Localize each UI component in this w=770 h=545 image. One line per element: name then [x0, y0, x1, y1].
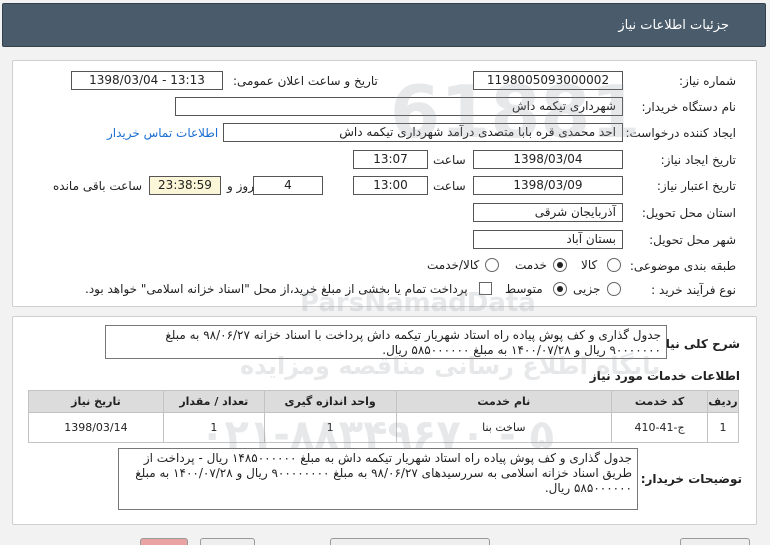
- created-date-label: تاریخ ایجاد نیاز:: [660, 153, 736, 167]
- category-radio-service[interactable]: [553, 258, 567, 272]
- services-title: اطلاعات خدمات مورد نیاز: [589, 369, 740, 383]
- created-date-field: 1398/03/04: [473, 150, 623, 169]
- col-qty-header: تعداد / مقدار: [162, 390, 265, 413]
- table-row: 1 ج-41-410 ساخت بنا 1 1 1398/03/14: [28, 412, 739, 443]
- need-date-cell: 1398/03/14: [28, 412, 164, 443]
- service-code-cell: ج-41-410: [611, 412, 709, 443]
- payment-treasury-checkbox[interactable]: [479, 282, 492, 295]
- quantity-cell: 1: [162, 412, 265, 443]
- col-code-header: کد خدمت: [611, 390, 709, 413]
- category-radio-both[interactable]: [485, 258, 499, 272]
- buyer-org-label: نام دستگاه خریدار:: [641, 100, 737, 114]
- remaining-time-field: 23:38:59: [149, 176, 221, 195]
- print-button[interactable]: [200, 538, 255, 545]
- validity-time-label: ساعت: [433, 179, 466, 193]
- buyer-desc-label: توضیحات خریدار:: [640, 472, 742, 486]
- buyer-org-field: شهرداری تیکمه داش: [175, 97, 623, 116]
- creator-label: ایجاد کننده درخواست:: [625, 126, 736, 140]
- back-button[interactable]: [680, 538, 750, 545]
- created-time-field: 13:07: [353, 150, 428, 169]
- need-number-field: 1198005093000002: [473, 71, 623, 90]
- created-time-label: ساعت: [433, 153, 466, 167]
- category-radio-goods[interactable]: [607, 258, 621, 272]
- validity-date-field: 1398/03/09: [473, 176, 623, 195]
- process-option-minor: جزیی: [573, 282, 601, 296]
- validity-time-field: 13:00: [353, 176, 428, 195]
- province-field: آذربایجان شرقی: [473, 203, 623, 222]
- general-desc-text: جدول گذاری و کف پوش پیاده راه استاد شهری…: [105, 325, 667, 359]
- category-option-goods: کالا: [581, 258, 598, 272]
- details-panel: شماره نیاز: 1198005093000002 تاریخ و ساع…: [12, 60, 757, 307]
- process-option-medium: متوسط: [505, 282, 543, 296]
- category-option-both: کالا/خدمت: [427, 258, 480, 272]
- province-label: استان محل تحویل:: [641, 206, 736, 220]
- page-title: جزئیات اطلاعات نیاز: [618, 18, 729, 33]
- category-label: طبقه بندی موضوعی:: [629, 259, 736, 273]
- creator-field: احد محمدی قره بابا متصدی درآمد شهرداری ت…: [223, 123, 623, 142]
- services-header-row: ردیف کد خدمت نام خدمت واحد اندازه گیری ت…: [28, 390, 739, 413]
- buyer-contact-link[interactable]: اطلاعات تماس خریدار: [107, 126, 218, 140]
- process-radio-minor[interactable]: [607, 282, 621, 296]
- buyer-desc-text: جدول گذاری و کف پوش پیاده راه استاد شهری…: [118, 448, 638, 510]
- col-unit-header: واحد اندازه گیری: [263, 390, 397, 413]
- process-label: نوع فرآیند خرید :: [651, 283, 736, 297]
- city-field: بستان آباد: [473, 230, 623, 249]
- col-name-header: نام خدمت: [395, 390, 613, 413]
- need-number-label: شماره نیاز:: [679, 74, 736, 88]
- days-field: 4: [253, 176, 323, 195]
- process-radio-medium[interactable]: [553, 282, 567, 296]
- close-button[interactable]: [140, 538, 188, 545]
- announce-label: تاریخ و ساعت اعلان عمومی:: [233, 74, 378, 88]
- category-option-service: خدمت: [515, 258, 547, 272]
- announce-field: 1398/03/04 - 13:13: [71, 71, 223, 90]
- page-header: جزئیات اطلاعات نیاز: [2, 3, 766, 47]
- city-label: شهر محل تحویل:: [649, 233, 736, 247]
- col-date-header: تاریخ نیاز: [28, 390, 164, 413]
- validity-date-label: تاریخ اعتبار نیاز:: [656, 179, 736, 193]
- remaining-label: ساعت باقی مانده: [53, 179, 143, 193]
- services-table: ردیف کد خدمت نام خدمت واحد اندازه گیری ت…: [28, 390, 739, 443]
- unit-cell: 1: [263, 412, 397, 443]
- days-label: روز و: [227, 179, 254, 193]
- row-index-cell: 1: [707, 412, 739, 443]
- service-name-cell: ساخت بنا: [395, 412, 613, 443]
- col-row-header: ردیف: [707, 390, 739, 413]
- payment-note: پرداخت تمام یا بخشی از مبلغ خرید،از محل …: [85, 282, 468, 296]
- view-documents-button[interactable]: [330, 538, 490, 545]
